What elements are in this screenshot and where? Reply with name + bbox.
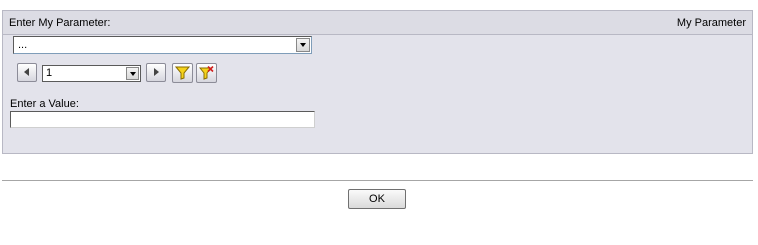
value-input[interactable] <box>10 111 315 128</box>
chevron-down-icon[interactable] <box>126 67 139 80</box>
divider <box>2 180 753 181</box>
parameter-select-value: ... <box>18 39 28 51</box>
panel-title: Enter My Parameter: <box>9 17 111 29</box>
parameter-name: My Parameter <box>676 17 746 29</box>
ok-button[interactable]: OK <box>348 189 406 209</box>
previous-page-button[interactable] <box>17 63 37 82</box>
page-select[interactable]: 1 <box>42 65 141 82</box>
funnel-icon <box>175 66 190 80</box>
filter-button[interactable] <box>172 63 193 83</box>
clear-filter-button[interactable] <box>196 63 217 83</box>
parameter-panel: Enter My Parameter: My Parameter <box>2 10 753 154</box>
funnel-clear-icon <box>199 66 214 80</box>
page-select-value: 1 <box>46 67 53 79</box>
panel-header: Enter My Parameter: My Parameter <box>3 11 752 35</box>
value-label: Enter a Value: <box>10 98 79 110</box>
next-page-button[interactable] <box>146 63 166 82</box>
chevron-down-icon[interactable] <box>296 38 310 52</box>
parameter-select[interactable]: ... <box>13 36 312 54</box>
